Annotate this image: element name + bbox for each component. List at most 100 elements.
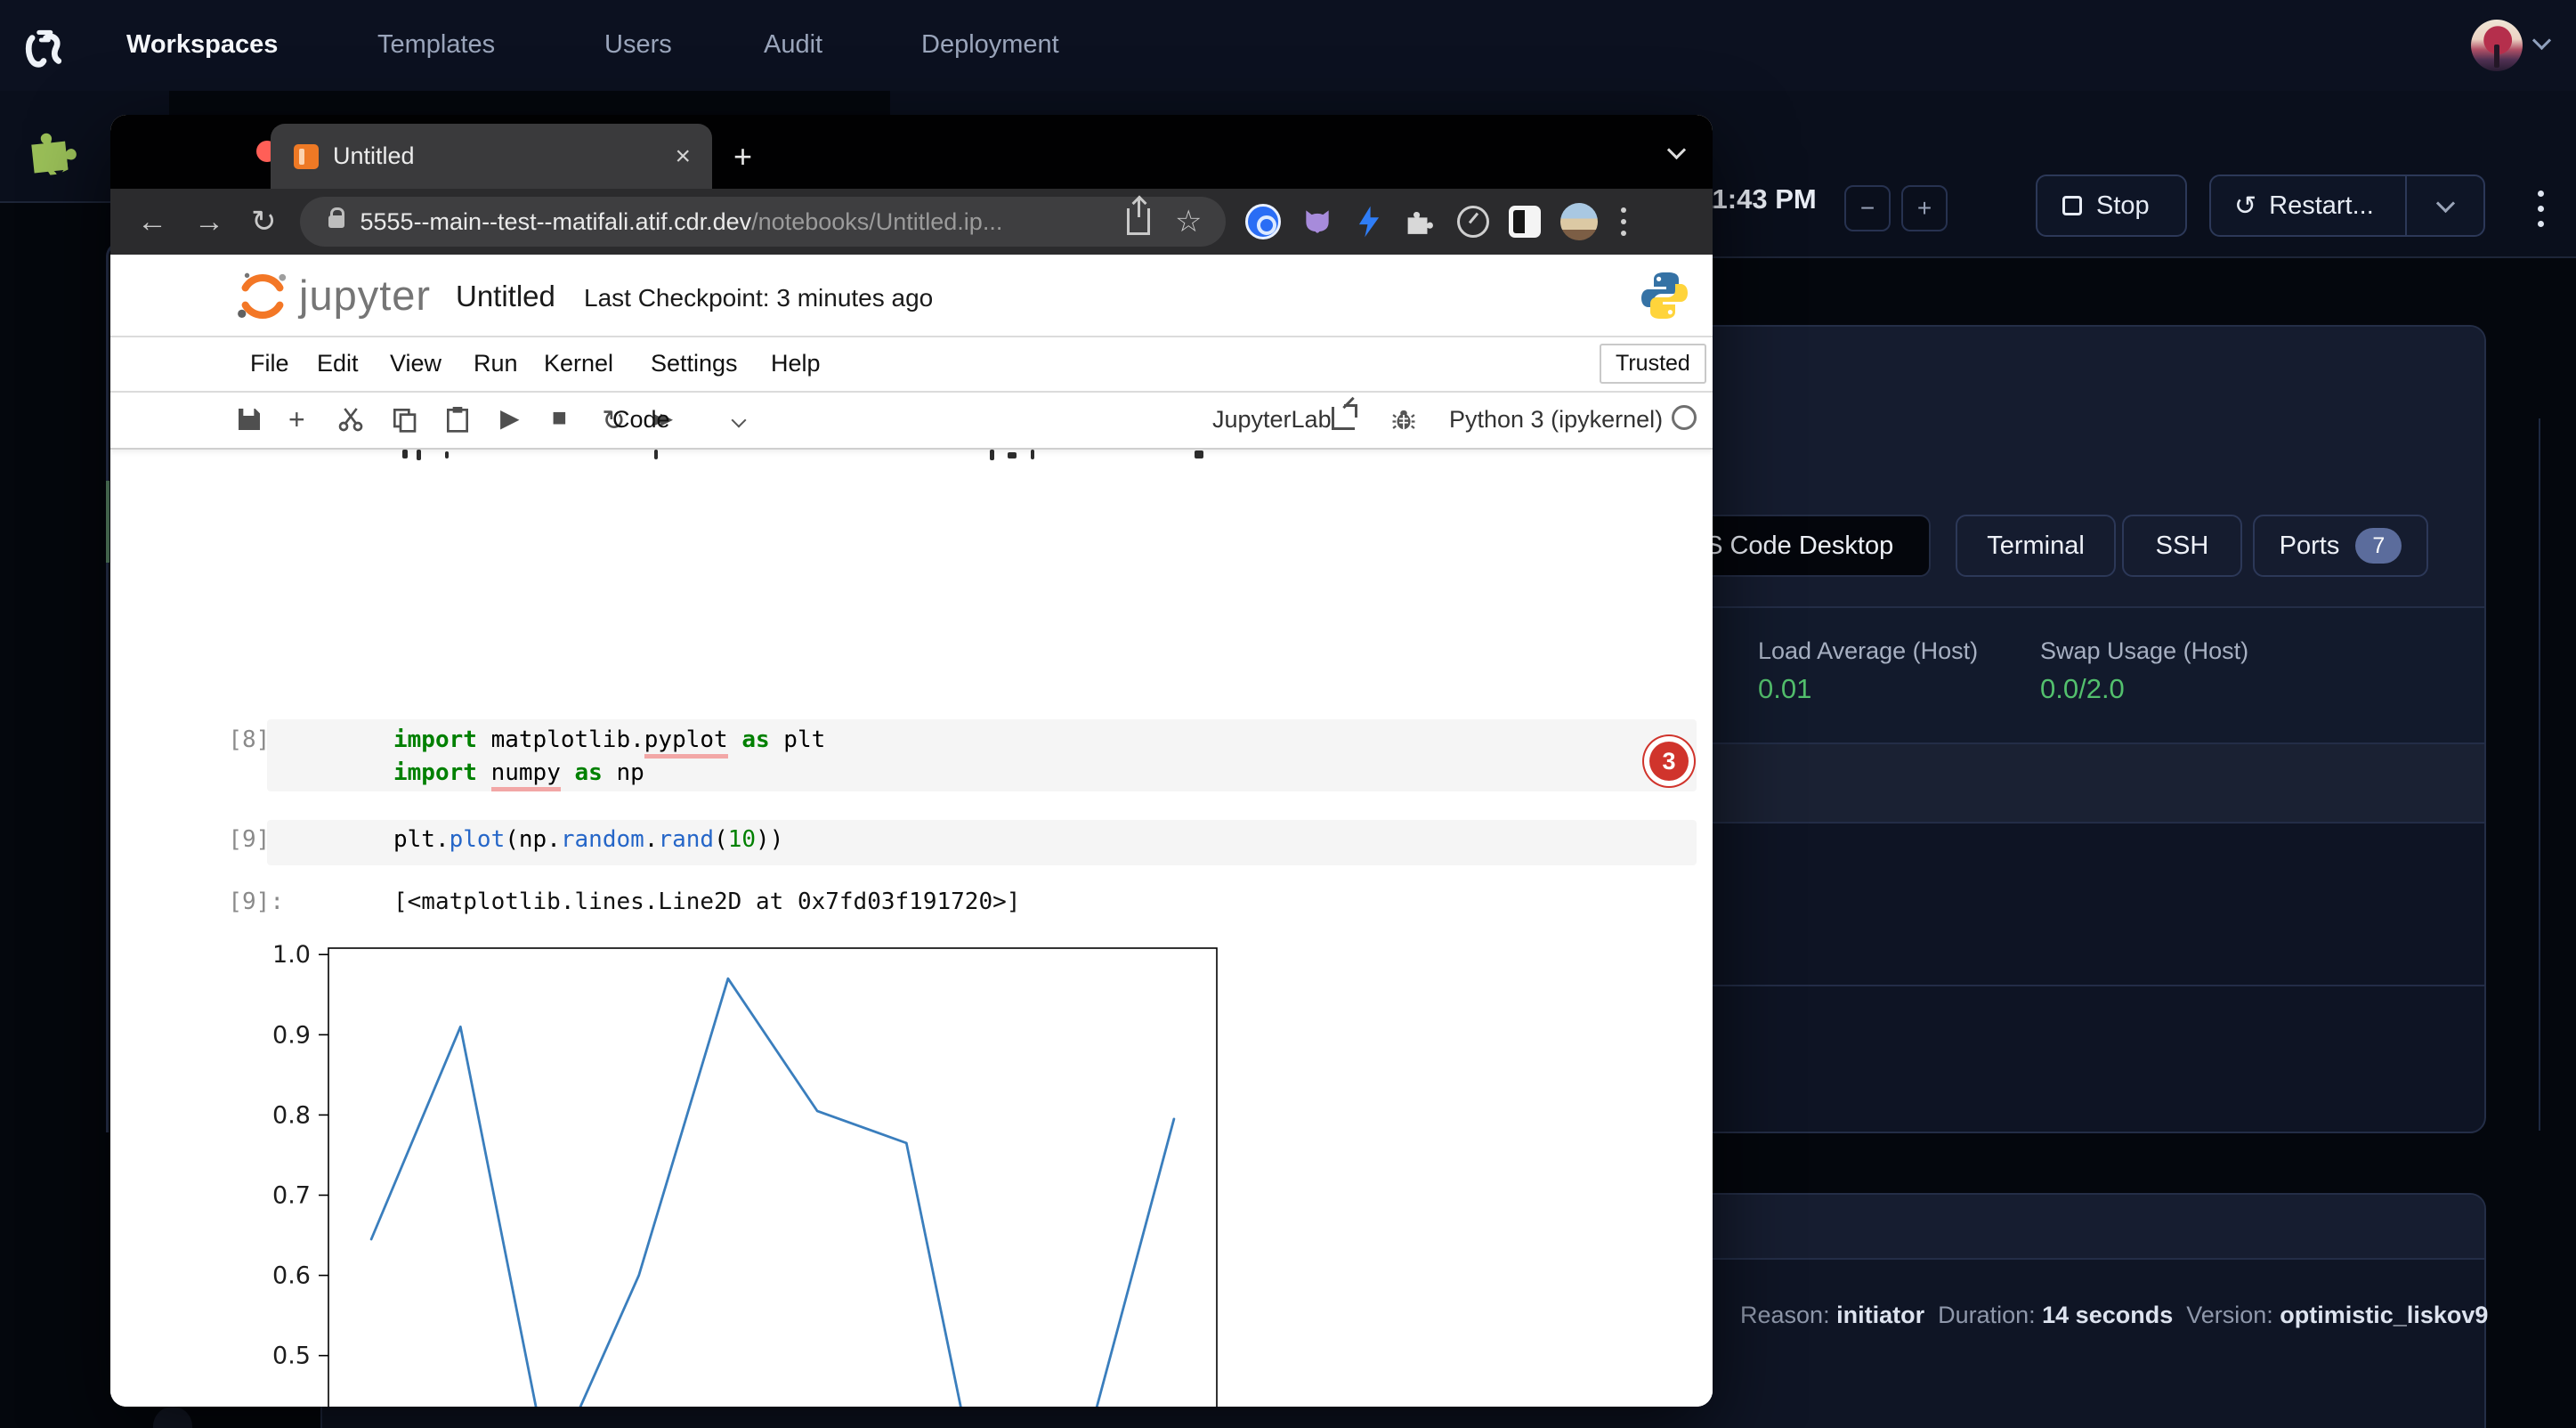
- swap-usage-label: Swap Usage (Host): [2040, 637, 2248, 665]
- zoom-out-button[interactable]: −: [1844, 185, 1891, 231]
- paste-icon[interactable]: [443, 405, 472, 434]
- reload-button[interactable]: ↻: [251, 204, 277, 239]
- jupyter-header: jupyter Untitled Last Checkpoint: 3 minu…: [110, 255, 1713, 337]
- swap-usage-value: 0.0/2.0: [2040, 673, 2125, 705]
- nav-item-templates[interactable]: Templates: [377, 30, 495, 60]
- background-dock-bump: [153, 1407, 192, 1428]
- tab-search-chevron-icon[interactable]: [1670, 143, 1683, 161]
- menu-edit[interactable]: Edit: [317, 350, 359, 377]
- kernel-status-icon: [1672, 405, 1697, 430]
- jupyter-favicon: [294, 144, 319, 169]
- cell-type-chevron-icon[interactable]: [733, 414, 744, 430]
- browser-window: Untitled × + ← → ↻ 5555--main--test--mat…: [110, 115, 1713, 1407]
- nav-item-workspaces[interactable]: Workspaces: [126, 30, 278, 60]
- ssh-button[interactable]: SSH: [2122, 515, 2242, 577]
- notebook-content: [8]: import matplotlib.pyplot as plt imp…: [110, 450, 1713, 1407]
- svg-text:0.9: 0.9: [272, 1021, 311, 1049]
- nav-item-audit[interactable]: Audit: [764, 30, 822, 60]
- speedometer-extension-icon[interactable]: [1457, 206, 1489, 238]
- output9-text: [<matplotlib.lines.Line2D at 0x7fd03f191…: [393, 888, 1020, 915]
- stop-square-icon: [2062, 196, 2082, 215]
- interrupt-kernel-icon[interactable]: ■: [552, 403, 567, 432]
- terminal-button[interactable]: Terminal: [1956, 515, 2116, 577]
- checkpoint-status: Last Checkpoint: 3 minutes ago: [584, 284, 933, 312]
- restart-icon: ↺: [2234, 191, 2256, 222]
- jupyter-logo-icon: [235, 269, 290, 324]
- workspace-kebab-menu[interactable]: [2523, 185, 2558, 231]
- matplotlib-line-chart: 0.20.30.40.50.60.70.80.91.002468: [249, 940, 1246, 1407]
- zoom-in-button[interactable]: +: [1901, 185, 1948, 231]
- address-bar[interactable]: 5555--main--test--matifali.atif.cdr.dev/…: [300, 197, 1226, 247]
- coder-logo-icon[interactable]: [16, 20, 71, 75]
- external-link-icon[interactable]: [1332, 407, 1355, 430]
- load-average-value: 0.01: [1758, 673, 1811, 705]
- restart-options-chevron[interactable]: [2407, 176, 2483, 235]
- build-info-line: Reason: initiator Duration: 14 seconds V…: [1740, 1302, 2488, 1329]
- workspace-clock: 11:43 PM: [1698, 183, 1817, 215]
- back-button[interactable]: ←: [137, 205, 167, 239]
- notification-badge-count: 3: [1649, 742, 1689, 781]
- url-text[interactable]: 5555--main--test--matifali.atif.cdr.dev/…: [360, 208, 1128, 236]
- menu-run[interactable]: Run: [474, 350, 518, 377]
- nav-item-deployment[interactable]: Deployment: [921, 30, 1059, 60]
- jupyter-wordmark: jupyter: [299, 271, 431, 320]
- copy-icon[interactable]: [390, 405, 418, 434]
- ports-count-badge: 7: [2355, 528, 2402, 564]
- menu-kernel[interactable]: Kernel: [544, 350, 613, 377]
- lightning-extension-icon[interactable]: [1354, 205, 1384, 239]
- menu-file[interactable]: File: [250, 350, 289, 377]
- bookmark-star-icon[interactable]: ☆: [1175, 204, 1202, 239]
- stop-button[interactable]: Stop: [2036, 174, 2187, 237]
- scrollbar-track[interactable]: [2539, 418, 2540, 1131]
- cell-type-select[interactable]: Code: [612, 406, 670, 434]
- browser-profile-avatar[interactable]: [1560, 203, 1598, 240]
- menu-settings[interactable]: Settings: [651, 350, 738, 377]
- jupyter-notebook-page: jupyter Untitled Last Checkpoint: 3 minu…: [110, 255, 1713, 1407]
- workspace-puzzle-icon: [22, 122, 85, 178]
- jupyter-menubar: File Edit View Run Kernel Settings Help …: [110, 337, 1713, 393]
- user-avatar[interactable]: [2471, 20, 2523, 71]
- new-tab-button[interactable]: +: [733, 138, 752, 175]
- top-navigation-bar: Workspaces Templates Users Audit Deploym…: [0, 0, 2576, 91]
- load-average-label: Load Average (Host): [1758, 637, 1978, 665]
- onepassword-extension-icon[interactable]: [1245, 204, 1281, 239]
- browser-tab-strip: Untitled × +: [110, 115, 1713, 189]
- menu-view[interactable]: View: [390, 350, 441, 377]
- output9-prompt: [9]:: [186, 888, 284, 915]
- build-reason-value: initiator: [1836, 1302, 1924, 1328]
- build-version-value: optimistic_liskov9: [2280, 1302, 2488, 1328]
- run-cell-icon[interactable]: ▶: [500, 403, 520, 433]
- cat-extension-icon[interactable]: [1300, 205, 1334, 239]
- svg-text:0.7: 0.7: [272, 1181, 311, 1209]
- debugger-bug-icon[interactable]: [1390, 406, 1417, 433]
- share-icon[interactable]: [1127, 208, 1150, 235]
- kernel-name[interactable]: Python 3 (ipykernel): [1449, 406, 1663, 434]
- restart-split-button[interactable]: ↺ Restart...: [2209, 174, 2485, 237]
- nav-item-users[interactable]: Users: [604, 30, 672, 60]
- cell8-code-line2[interactable]: import numpy as np: [393, 759, 644, 786]
- browser-tab[interactable]: Untitled ×: [271, 124, 712, 189]
- svg-text:1.0: 1.0: [272, 941, 311, 969]
- notification-badge: 3: [1644, 736, 1694, 786]
- browser-toolbar: ← → ↻ 5555--main--test--matifali.atif.cd…: [110, 189, 1713, 255]
- tab-close-icon[interactable]: ×: [675, 142, 691, 172]
- add-cell-icon[interactable]: +: [288, 403, 305, 436]
- lock-icon[interactable]: [328, 215, 344, 228]
- ports-button[interactable]: Ports 7: [2253, 515, 2428, 577]
- tab-title: Untitled: [333, 142, 675, 170]
- browser-menu-kebab-icon[interactable]: [1621, 207, 1626, 236]
- cell8-code-line1[interactable]: import matplotlib.pyplot as plt: [393, 726, 825, 753]
- user-menu-chevron-icon[interactable]: [2535, 34, 2548, 52]
- cut-icon[interactable]: [336, 405, 365, 434]
- contrast-extension-icon[interactable]: [1509, 206, 1541, 238]
- notebook-title[interactable]: Untitled: [456, 280, 555, 313]
- save-icon[interactable]: [235, 405, 263, 434]
- svg-text:0.8: 0.8: [272, 1101, 311, 1129]
- forward-button[interactable]: →: [194, 205, 224, 239]
- cell9-code-line[interactable]: plt.plot(np.random.rand(10)): [393, 826, 783, 853]
- menu-help[interactable]: Help: [771, 350, 821, 377]
- trusted-button[interactable]: Trusted: [1600, 344, 1706, 384]
- build-duration-value: 14 seconds: [2042, 1302, 2173, 1328]
- jupyterlab-link[interactable]: JupyterLab: [1212, 406, 1332, 434]
- extensions-puzzle-icon[interactable]: [1404, 205, 1438, 239]
